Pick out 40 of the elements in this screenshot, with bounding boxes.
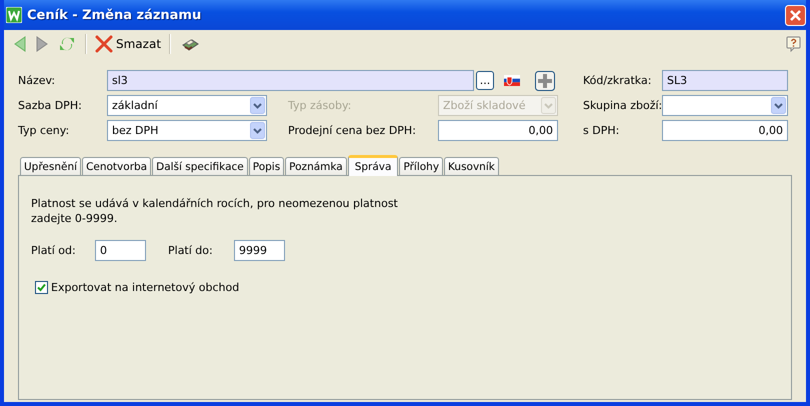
price-input[interactable]: 0,00 [438,120,558,141]
flag-icon[interactable] [504,75,520,86]
tab[interactable]: Přílohy [399,157,444,175]
tab[interactable]: Správa [348,155,398,176]
field-label: Typ ceny: [18,124,70,137]
dropdown-field: Zboží skladové [438,95,558,116]
app-logo-icon [6,7,22,23]
help-icon[interactable] [786,36,802,52]
delete-button[interactable]: Smazat [92,33,164,55]
tab[interactable]: Poznámka [285,157,347,175]
field-label: Skupina zboží: [583,99,662,112]
checkbox[interactable] [35,281,48,294]
window-title: Ceník - Změna záznamu [27,8,202,22]
tab[interactable]: Popis [248,157,284,175]
tab[interactable]: Další specifikace [152,157,248,175]
field-label: Kód/zkratka: [583,74,652,87]
year-input[interactable]: 9999 [234,240,285,261]
browse-button[interactable]: ... [476,71,494,90]
field-label: Platí do: [168,244,214,257]
tab[interactable]: Upřesnění [20,157,82,175]
price-input[interactable]: 0,00 [662,120,788,141]
dropdown-field[interactable] [662,95,788,116]
field-label: s DPH: [583,124,620,137]
year-input[interactable]: 0 [95,240,146,261]
info-text: Platnost se udává v kalendářních rocích, pro neomezenou platnost zadejte 0-9999. [31,196,399,226]
field-label: Prodejní cena bez DPH: [288,124,417,137]
code-input[interactable]: SL3 [662,70,788,91]
dropdown-field[interactable]: bez DPH [107,120,267,141]
field-label: Sazba DPH: [18,99,83,112]
name-input[interactable]: sl3 [107,70,474,91]
tab[interactable]: Cenotvorba [82,157,152,175]
close-icon[interactable] [785,4,806,26]
field-label: Název: [18,74,56,87]
delete-x-icon [95,35,113,53]
dropdown-field[interactable]: základní [107,95,267,116]
checkbox-label[interactable]: Exportovat na internetový obchod [51,281,240,294]
field-label: Platí od: [31,244,77,257]
tab[interactable]: Kusovník [444,157,499,175]
field-label: Typ zásoby: [288,99,352,112]
add-plus-icon[interactable] [535,70,555,90]
